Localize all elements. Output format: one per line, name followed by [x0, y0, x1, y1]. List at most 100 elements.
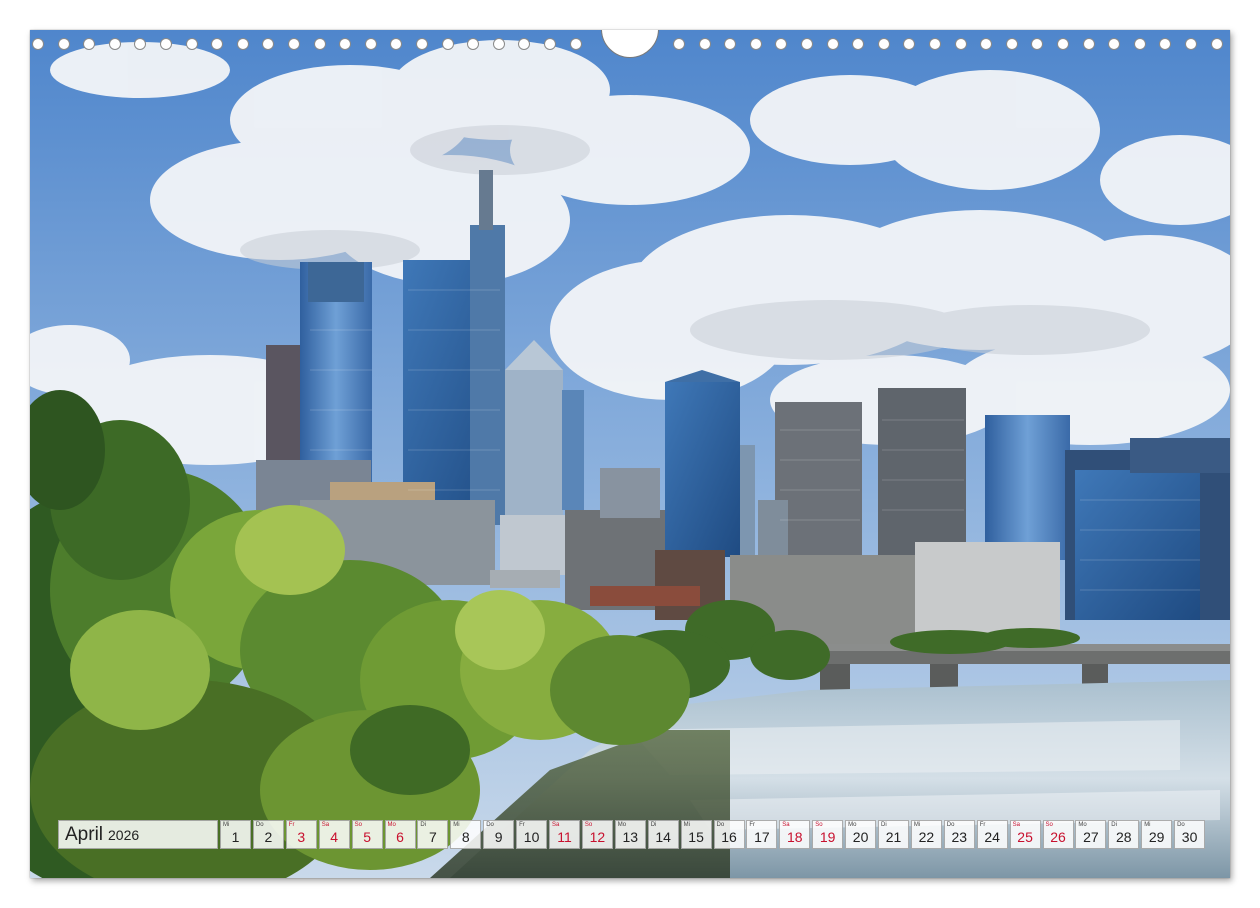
day-cell: Do 16 [713, 820, 745, 849]
binding-hole [313, 38, 326, 50]
weekday-label: So [1045, 822, 1053, 828]
weekday-label: Do [486, 822, 494, 828]
binding-hole [288, 38, 300, 50]
weekday-label: Mi [683, 822, 690, 828]
day-cell: So 19 [812, 820, 844, 849]
day-cell: Sa 25 [1009, 820, 1041, 849]
month-year: 2026 [108, 826, 140, 843]
day-cell: Mo 13 [614, 820, 646, 849]
day-number: 22 [918, 829, 935, 845]
day-number: 18 [787, 829, 803, 845]
day-cell: Fr 3 [285, 820, 317, 849]
weekday-label: Fr [288, 822, 295, 828]
weekday-label: Di [420, 822, 427, 828]
binding-hole [416, 38, 428, 50]
weekday-label: Mi [1144, 822, 1151, 828]
month-label: April 2026 [58, 820, 218, 849]
day-cell: Do 2 [252, 820, 284, 849]
calendar-strip: April 2026 Mi 1 Do 2 Fr 3 Sa 4 So 5 Mo 6 Di 7 Mi 8 Do 9 Fr… [30, 820, 1230, 850]
day-cell: Do 9 [483, 820, 515, 849]
weekday-label: Do [255, 822, 264, 828]
day-number: 21 [885, 829, 902, 845]
day-cell: So 5 [351, 820, 383, 849]
binding-hole [1210, 38, 1223, 50]
weekday-label: Mi [453, 822, 460, 828]
day-cell: Mi 1 [220, 820, 251, 849]
weekday-label: Mi [913, 822, 921, 828]
binding-hole [262, 38, 275, 50]
weekday-label: Sa [1012, 822, 1020, 828]
day-number: 26 [1050, 829, 1066, 845]
weekday-label: Mo [387, 822, 396, 828]
day-number: 28 [1116, 829, 1132, 845]
day-cell: Mo 6 [384, 820, 416, 849]
day-cell: Fr 17 [746, 820, 778, 849]
binding-hole [724, 38, 737, 50]
day-number: 14 [655, 829, 671, 845]
day-number: 29 [1148, 829, 1165, 845]
day-cell: Di 7 [417, 820, 449, 849]
weekday-label: Mi [223, 822, 230, 828]
day-number: 19 [819, 829, 836, 845]
binding-hole [57, 38, 70, 50]
binding-hole [1159, 38, 1172, 50]
weekday-label: Di [1111, 822, 1117, 828]
binding-hole [339, 38, 352, 50]
day-number: 11 [557, 829, 572, 845]
binding-hole [569, 38, 582, 50]
day-number: 16 [721, 829, 737, 845]
day-number: 5 [363, 829, 371, 845]
day-number: 8 [461, 829, 470, 845]
binding-hole [929, 38, 941, 50]
binding-hole [364, 38, 377, 50]
weekday-label: Sa [321, 822, 330, 828]
day-number: 1 [231, 829, 240, 845]
weekday-label: Do [946, 822, 955, 828]
binding-hole [749, 38, 762, 50]
day-cell: Mi 15 [680, 820, 712, 849]
weekday-label: Fr [519, 822, 525, 828]
binding-hole [467, 38, 480, 50]
weekday-label: Mo [617, 822, 627, 828]
month-name: April [65, 823, 104, 845]
binding-hole [954, 38, 967, 50]
weekday-label: Sa [552, 822, 560, 828]
weekday-label: Di [881, 822, 887, 828]
day-cell: Di 14 [647, 820, 679, 849]
day-number: 3 [297, 829, 306, 845]
binding-hole [185, 38, 198, 50]
binding-hole [518, 38, 531, 50]
day-number: 6 [396, 829, 404, 845]
weekday-label: Mo [1078, 822, 1087, 828]
binding-hole [1031, 38, 1044, 50]
binding-hole [134, 38, 147, 50]
binding-hole [492, 38, 505, 50]
binding-hole [1082, 38, 1095, 50]
binding-hole [698, 38, 711, 50]
day-cell: Di 28 [1108, 820, 1140, 849]
weekday-label: Sa [782, 822, 790, 828]
day-number: 25 [1017, 829, 1033, 845]
binding-hole [1005, 38, 1018, 50]
philadelphia-skyline-photo [30, 30, 1230, 878]
binding-hole [211, 38, 224, 50]
day-number: 17 [754, 829, 770, 845]
day-cell: So 26 [1042, 820, 1074, 849]
binding-hole [83, 38, 96, 50]
binding-hole [801, 38, 813, 50]
day-number: 9 [494, 829, 503, 845]
binding-hole [673, 38, 685, 50]
binding-hole [1057, 38, 1069, 50]
binding-hole [775, 38, 788, 50]
weekday-label: So [584, 822, 593, 828]
weekday-label: Do [716, 822, 725, 828]
weekday-label: So [815, 822, 823, 828]
day-number: 7 [428, 829, 437, 845]
binding-hole [877, 38, 890, 50]
binding-hole [236, 38, 249, 50]
binding-hole [32, 38, 44, 50]
weekday-label: Do [1177, 822, 1185, 828]
weekday-label: Di [650, 822, 657, 828]
binding-hole [390, 38, 403, 50]
day-cell: Do 23 [943, 820, 975, 849]
